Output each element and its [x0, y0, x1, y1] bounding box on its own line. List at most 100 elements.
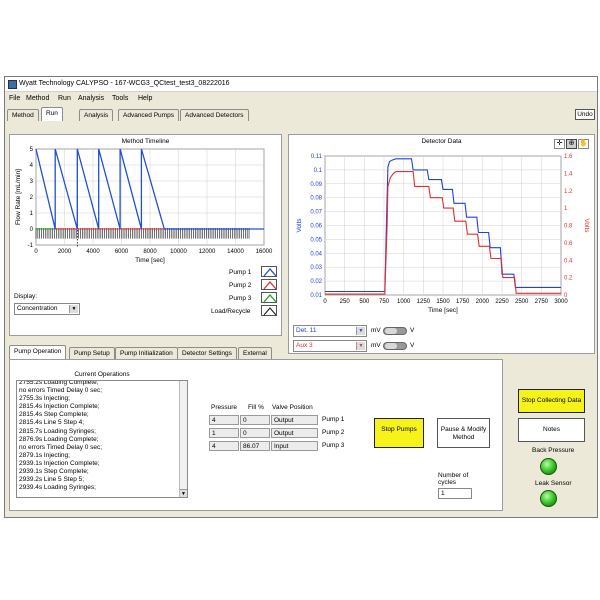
pressure-header: Pressure — [211, 404, 238, 411]
x-tick-label: 2750 — [535, 299, 549, 305]
pump1-valve: Output — [271, 415, 318, 425]
detector-data-title: Detector Data — [421, 138, 462, 145]
pump3-valve: Input — [271, 441, 318, 451]
ops-scrollbar[interactable]: ▼ — [179, 381, 187, 497]
x-tick-label: 2250 — [495, 299, 509, 305]
display-select[interactable]: Concentration ▼ — [14, 303, 80, 315]
tab-detector-settings[interactable]: Detector Settings — [177, 347, 237, 359]
x-tick-label: 3000 — [554, 299, 568, 305]
operation-line: 2755.3s Injecting; — [19, 395, 70, 403]
x-tick-label: 0 — [323, 299, 327, 305]
pump-operation-panel: Current Operations 2755.2s Loading Compl… — [9, 359, 503, 511]
y2-tick-label: 0.4 — [564, 258, 573, 264]
x-tick-label: 500 — [359, 299, 370, 305]
method-timeline-panel: Method Timeline 0 2000 4000 6000 8000 10000 12… — [9, 134, 282, 336]
title-bar: Wyatt Technology CALYPSO - 167-WCG3_QCte… — [5, 77, 597, 92]
chevron-down-icon: ▼ — [69, 305, 78, 313]
y2-tick-label: 0.2 — [564, 276, 573, 282]
aux-unit-v: V — [410, 342, 415, 349]
x-tick-label: 2500 — [515, 299, 529, 305]
x-tick-label: 1250 — [417, 299, 431, 305]
pump1-label: Pump 1 — [322, 416, 345, 423]
y-tick-label: 0.1 — [314, 168, 323, 174]
x-tick-label: 8000 — [143, 249, 157, 255]
cycles-input[interactable]: 1 — [438, 488, 472, 499]
operation-line: 2755.2s Loading Complete; — [19, 380, 99, 386]
y-tick-label: 0.01 — [310, 293, 322, 299]
y-tick-label: 1 — [30, 211, 34, 217]
x-tick-label: 6000 — [115, 249, 129, 255]
aux-select[interactable]: Aux 3 ▼ — [293, 340, 367, 352]
operation-line: 2815.4s Step Complete; — [19, 411, 89, 419]
x-axis-label: Time [sec] — [428, 307, 458, 314]
fill-header: Fill % — [248, 404, 264, 411]
pump2-valve: Output — [271, 428, 318, 438]
x-tick-label: 14000 — [227, 249, 244, 255]
y-tick-label: 0.11 — [311, 154, 323, 160]
y2-tick-label: 1.2 — [564, 189, 573, 195]
y2-tick-label: 0.6 — [564, 241, 573, 247]
back-pressure-label: Back Pressure — [532, 447, 575, 454]
menu-run[interactable]: Run — [58, 95, 71, 102]
operation-line: no errors Timed Delay 0 sec; — [19, 387, 103, 395]
tab-advanced-detectors[interactable]: Advanced Detectors — [180, 109, 249, 121]
tab-method[interactable]: Method — [7, 109, 39, 121]
y-tick-label: 0.02 — [310, 279, 322, 285]
det-unit-toggle[interactable] — [383, 327, 407, 335]
tab-advanced-pumps[interactable]: Advanced Pumps — [118, 109, 179, 121]
tab-external[interactable]: External — [238, 347, 272, 359]
undo-button[interactable]: Undo — [575, 109, 595, 120]
legend-pump3-label: Pump 3 — [229, 295, 252, 302]
scroll-down-icon[interactable]: ▼ — [180, 489, 187, 497]
tab-pump-initialization[interactable]: Pump Initialization — [115, 347, 178, 359]
menu-file[interactable]: File — [9, 95, 20, 102]
x-tick-label: 10000 — [170, 249, 187, 255]
display-label: Display: — [14, 293, 38, 300]
x-tick-label: 1000 — [397, 299, 411, 305]
current-operations-list: 2755.2s Loading Complete; no errors Timed… — [16, 380, 188, 498]
detector-select[interactable]: Det. 11 ▼ — [293, 325, 367, 337]
y-tick-label: 0 — [30, 227, 34, 233]
operation-line: 2939.2s Line 5 Step 5; — [19, 476, 85, 484]
y-tick-label: 0.08 — [310, 196, 322, 202]
tab-run[interactable]: Run — [41, 107, 63, 121]
pause-modify-button[interactable]: Pause & Modify Method — [437, 418, 490, 448]
x-tick-label: 16000 — [256, 249, 273, 255]
pump1-fill: 0 — [240, 415, 270, 425]
menu-tools[interactable]: Tools — [112, 95, 128, 102]
y2-tick-label: 1.4 — [564, 171, 573, 177]
tab-pump-setup[interactable]: Pump Setup — [69, 347, 115, 359]
x-tick-label: 4000 — [86, 249, 100, 255]
window-title: Wyatt Technology CALYPSO - 167-WCG3_QCte… — [19, 80, 230, 87]
menu-method[interactable]: Method — [26, 95, 49, 102]
pump2-fill: 0 — [240, 428, 270, 438]
y2-tick-label: 1 — [564, 206, 568, 212]
menu-analysis[interactable]: Analysis — [78, 95, 104, 102]
back-pressure-indicator — [540, 458, 557, 475]
aux-unit-toggle[interactable] — [383, 342, 407, 350]
stop-collecting-button[interactable]: Stop Collecting Data — [518, 389, 585, 413]
pump2-label: Pump 2 — [322, 429, 345, 436]
tab-pump-operation[interactable]: Pump Operation — [9, 345, 67, 359]
menu-help[interactable]: Help — [138, 95, 152, 102]
tab-analysis[interactable]: Analysis — [79, 109, 114, 121]
legend-pump1-swatch — [261, 266, 277, 277]
x-tick-label: 2000 — [58, 249, 72, 255]
legend-pump1-label: Pump 1 — [229, 269, 252, 276]
bottom-tabs: Pump Operation Pump Setup Pump Initializ… — [5, 345, 285, 359]
x-tick-label: 1750 — [456, 299, 470, 305]
detector-select-value: Det. 11 — [296, 327, 317, 334]
stop-pumps-button[interactable]: Stop Pumps — [374, 418, 424, 448]
notes-button[interactable]: Notes — [518, 418, 585, 442]
y-tick-label: 0.04 — [310, 251, 322, 257]
operation-line: 2939.4s Loading Syringes; — [19, 484, 96, 492]
current-operations-title: Current Operations — [74, 371, 130, 378]
valve-header: Valve Position — [272, 404, 313, 411]
y-tick-label: 0.06 — [310, 224, 322, 230]
detector-data-chart: 0 250 500 750 1000 1250 1500 1750 2000 2250 2500 27… — [296, 154, 590, 314]
det-unit-v: V — [410, 327, 415, 334]
operation-line: 2939.1s Injection Complete; — [19, 459, 100, 467]
pump1-pressure: 4 — [209, 415, 239, 425]
legend-load-recycle-label: Load/Recycle — [211, 308, 251, 315]
operation-line: 2815.4s Line 5 Step 4; — [19, 419, 85, 427]
